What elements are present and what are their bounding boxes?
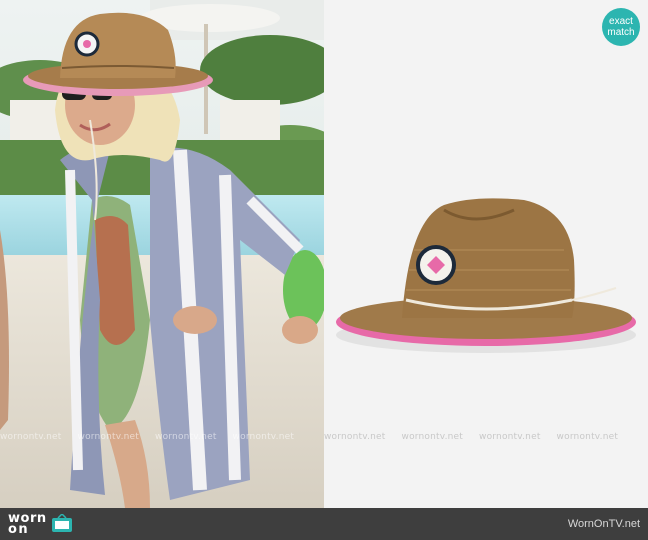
wornontv-logo[interactable]: worn on — [8, 511, 73, 537]
scene-photo: wornontv.net wornontv.net wornontv.net worn… — [0, 0, 324, 508]
watermark: wornontv.net wornontv.net wornontv.net worn… — [324, 432, 619, 442]
tv-icon — [51, 514, 72, 532]
footer-bar: worn on WornOnTV.net — [0, 508, 648, 540]
logo-text: worn on — [8, 511, 47, 537]
product-photo: exact match wornontv.net wornontv.net worn… — [324, 0, 648, 508]
site-url[interactable]: WornOnTV.net — [568, 518, 640, 530]
exact-match-badge: exact match — [602, 8, 640, 46]
watermark: wornontv.net wornontv.net wornontv.net worn… — [0, 432, 295, 442]
